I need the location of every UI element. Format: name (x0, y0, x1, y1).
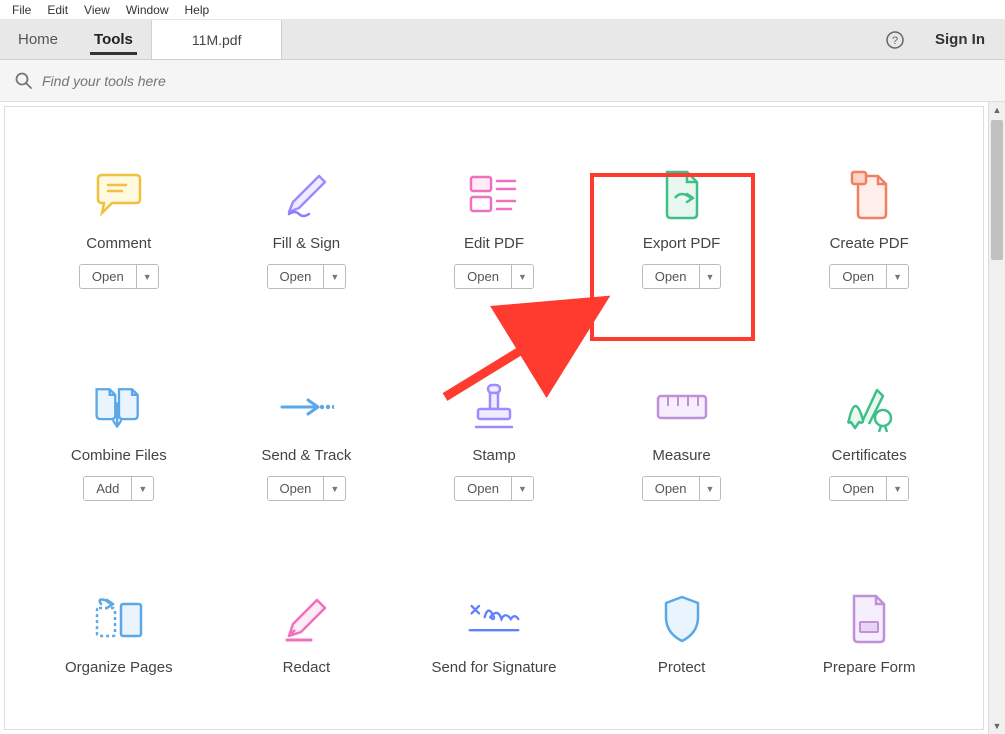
open-button[interactable]: Open (268, 477, 325, 500)
tool-organize-pages[interactable]: Organize Pages (25, 591, 213, 676)
dropdown-icon[interactable]: ▼ (324, 477, 345, 500)
dropdown-icon[interactable]: ▼ (700, 265, 721, 288)
open-button[interactable]: Open (80, 265, 137, 288)
tool-redact[interactable]: Redact (213, 591, 401, 676)
tool-label: Send for Signature (431, 659, 556, 676)
tool-prepare-form[interactable]: Prepare Form (775, 591, 963, 676)
certificate-icon (841, 379, 897, 435)
tool-export-pdf[interactable]: Export PDF Open ▼ (588, 167, 776, 289)
edit-icon (466, 167, 522, 223)
open-button[interactable]: Open (455, 265, 512, 288)
tool-label: Redact (283, 659, 331, 676)
tool-certificates[interactable]: Certificates Open ▼ (775, 379, 963, 501)
menu-edit[interactable]: Edit (39, 1, 76, 19)
comment-icon (91, 167, 147, 223)
tool-label: Measure (652, 447, 710, 464)
create-icon (841, 167, 897, 223)
tool-label: Prepare Form (823, 659, 916, 676)
tool-send-track[interactable]: Send & Track Open ▼ (213, 379, 401, 501)
menu-file[interactable]: File (4, 1, 39, 19)
tool-stamp[interactable]: Stamp Open ▼ (400, 379, 588, 501)
dropdown-icon[interactable]: ▼ (887, 477, 908, 500)
combine-icon (91, 379, 147, 435)
dropdown-icon[interactable]: ▼ (137, 265, 158, 288)
pen-icon (278, 167, 334, 223)
tool-comment[interactable]: Comment Open ▼ (25, 167, 213, 289)
tool-label: Edit PDF (464, 235, 524, 252)
menu-view[interactable]: View (76, 1, 118, 19)
scroll-up-icon[interactable]: ▲ (989, 102, 1005, 118)
tool-label: Stamp (472, 447, 515, 464)
searchbar (0, 60, 1005, 102)
tool-label: Send & Track (261, 447, 351, 464)
send-icon (278, 379, 334, 435)
tool-label: Protect (658, 659, 706, 676)
tool-protect[interactable]: Protect (588, 591, 776, 676)
sign-in-button[interactable]: Sign In (915, 20, 1005, 59)
open-button[interactable]: Open (830, 477, 887, 500)
tool-label: Combine Files (71, 447, 167, 464)
tool-label: Organize Pages (65, 659, 173, 676)
dropdown-icon[interactable]: ▼ (132, 477, 153, 500)
signature-icon (466, 591, 522, 647)
tool-label: Create PDF (830, 235, 909, 252)
dropdown-icon[interactable]: ▼ (887, 265, 908, 288)
tool-label: Certificates (832, 447, 907, 464)
tool-label: Comment (86, 235, 151, 252)
menu-help[interactable]: Help (177, 1, 218, 19)
dropdown-icon[interactable]: ▼ (512, 477, 533, 500)
tool-measure[interactable]: Measure Open ▼ (588, 379, 776, 501)
stamp-icon (466, 379, 522, 435)
search-icon (14, 71, 34, 91)
dropdown-icon[interactable]: ▼ (700, 477, 721, 500)
open-button[interactable]: Open (268, 265, 325, 288)
tool-send-signature[interactable]: Send for Signature (400, 591, 588, 676)
scroll-down-icon[interactable]: ▼ (989, 718, 1005, 734)
export-icon (654, 167, 710, 223)
open-button[interactable]: Open (643, 265, 700, 288)
redact-icon (278, 591, 334, 647)
tool-label: Fill & Sign (273, 235, 341, 252)
tab-document[interactable]: 11M.pdf (151, 20, 283, 59)
tab-tools[interactable]: Tools (76, 20, 151, 59)
tabbar: Home Tools 11M.pdf ? Sign In (0, 20, 1005, 60)
tab-home[interactable]: Home (0, 20, 76, 59)
tools-panel: Comment Open ▼ Fill & Sign Open ▼ (4, 106, 984, 730)
shield-icon (654, 591, 710, 647)
tool-label: Export PDF (643, 235, 721, 252)
menu-window[interactable]: Window (118, 1, 177, 19)
dropdown-icon[interactable]: ▼ (512, 265, 533, 288)
organize-icon (91, 591, 147, 647)
open-button[interactable]: Open (643, 477, 700, 500)
svg-text:?: ? (892, 35, 898, 47)
form-icon (841, 591, 897, 647)
vertical-scrollbar[interactable]: ▲ ▼ (988, 102, 1005, 734)
tool-fill-sign[interactable]: Fill & Sign Open ▼ (213, 167, 401, 289)
menubar: File Edit View Window Help (0, 0, 1005, 20)
open-button[interactable]: Open (455, 477, 512, 500)
tool-edit-pdf[interactable]: Edit PDF Open ▼ (400, 167, 588, 289)
tool-create-pdf[interactable]: Create PDF Open ▼ (775, 167, 963, 289)
dropdown-icon[interactable]: ▼ (324, 265, 345, 288)
help-icon[interactable]: ? (875, 20, 915, 59)
tool-combine-files[interactable]: Combine Files Add ▼ (25, 379, 213, 501)
scroll-thumb[interactable] (991, 120, 1003, 260)
ruler-icon (654, 379, 710, 435)
open-button[interactable]: Open (830, 265, 887, 288)
add-button[interactable]: Add (84, 477, 132, 500)
search-input[interactable] (42, 73, 991, 89)
